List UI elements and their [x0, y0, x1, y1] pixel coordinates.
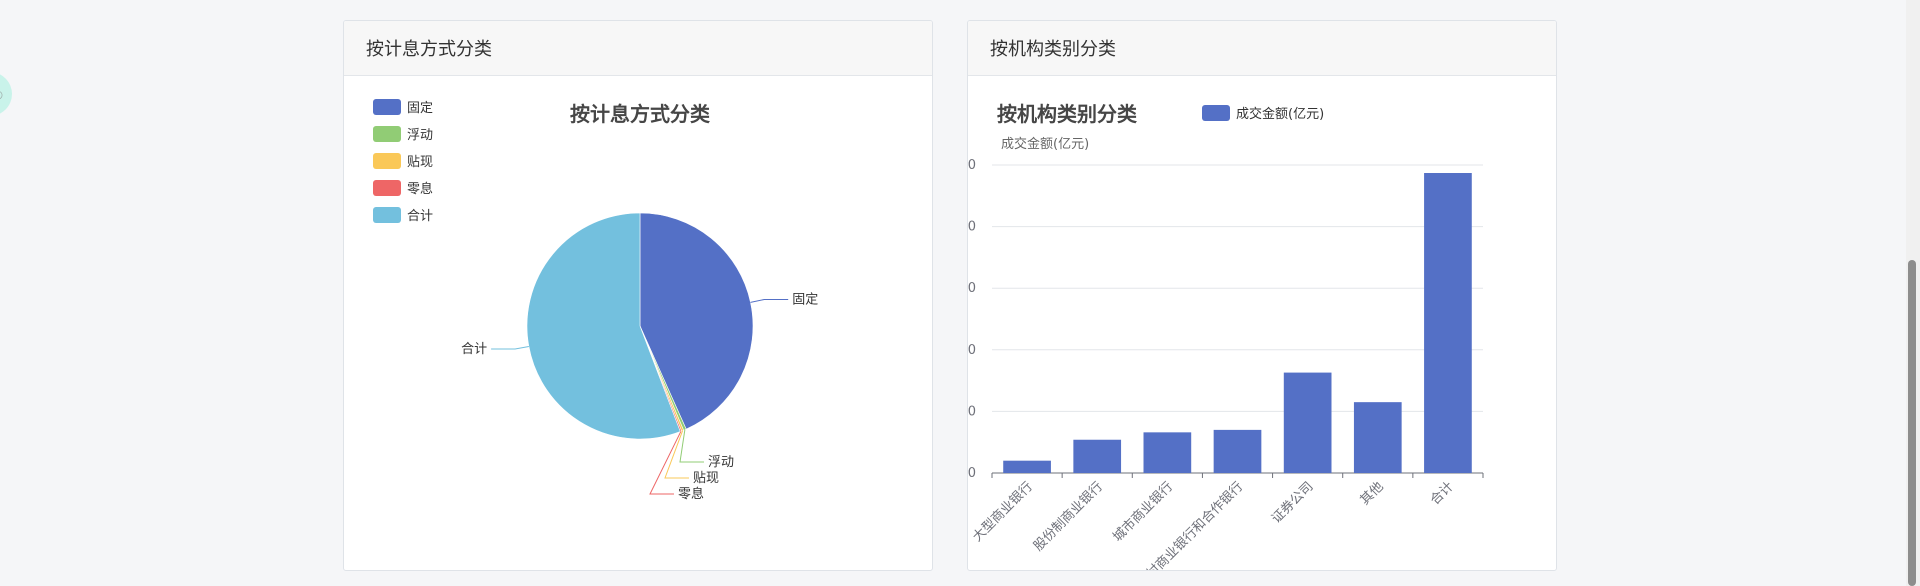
- pie-legend-swatch[interactable]: [373, 180, 401, 196]
- pie-legend-label[interactable]: 贴现: [407, 155, 433, 170]
- bar[interactable]: [1073, 439, 1122, 473]
- x-tick-label: 股份制商业银行: [1031, 479, 1106, 554]
- pie-legend-swatch[interactable]: [373, 99, 401, 115]
- scrollbar-thumb[interactable]: [1908, 260, 1916, 586]
- x-tick-label: 城市商业银行: [1110, 479, 1176, 545]
- pie-slice-label: 零息: [678, 486, 704, 502]
- pie-legend: 固定浮动贴现零息合计: [373, 99, 433, 224]
- panel-institution-type: 按机构类别分类 按机构类别分类 成交金额(亿元) 成交金额(亿元) 0 00,00…: [967, 20, 1557, 571]
- pie-leader-line: [649, 431, 682, 495]
- bar[interactable]: [1213, 429, 1262, 473]
- x-tick-label: 合计: [1428, 479, 1457, 508]
- bar[interactable]: [1003, 460, 1051, 473]
- y-tick-label: 400,000: [968, 220, 976, 235]
- panel-header-institution-type: 按机构类别分类: [968, 21, 1556, 76]
- pie-leader-line: [491, 345, 529, 350]
- bar[interactable]: [1143, 432, 1192, 473]
- bar[interactable]: [1424, 173, 1472, 473]
- x-tick-label: 证券公司: [1268, 479, 1316, 527]
- bar[interactable]: [1353, 402, 1402, 473]
- badge-icon: ◎: [0, 88, 3, 101]
- bar[interactable]: [1283, 372, 1332, 473]
- y-tick-label: 500,000: [968, 158, 976, 173]
- y-axis-name: 成交金额(亿元): [1001, 136, 1089, 152]
- pie-slices: [526, 212, 754, 440]
- pie-legend-swatch[interactable]: [373, 126, 401, 142]
- pie-legend-label[interactable]: 零息: [407, 181, 433, 197]
- panel-body-institution-type: 按机构类别分类 成交金额(亿元) 成交金额(亿元) 0 00,000 200,000…: [968, 76, 1556, 570]
- x-axis: 大型商业银行股份制商业银行 城市商业银行农村商业银行和合作银行 证券公司 其他 合计: [970, 473, 1484, 570]
- x-tick-label: 大型商业银行: [970, 479, 1036, 545]
- pie-slice-label: 浮动: [708, 455, 734, 470]
- page-scrollbar[interactable]: [1906, 0, 1920, 586]
- bar-gridlines: [992, 164, 1483, 474]
- pie-chart-title: 按计息方式分类: [570, 102, 710, 126]
- pie-leader-line: [750, 298, 789, 303]
- bar-chart: 按机构类别分类 成交金额(亿元) 成交金额(亿元) 0 00,000 200,000…: [968, 102, 1484, 570]
- panel-interest-method: 按计息方式分类 按计息方式分类 固定 浮动 贴现 零息 合计 固定 浮动 贴现 零息 合计: [343, 20, 933, 571]
- pie-legend-swatch[interactable]: [373, 207, 401, 223]
- pie-legend-label[interactable]: 合计: [407, 209, 433, 224]
- x-tick-label: 其他: [1358, 479, 1387, 508]
- y-tick-label: 0: [968, 466, 976, 481]
- pie-legend-label[interactable]: 固定: [407, 101, 433, 116]
- y-tick-label: 00,000: [968, 404, 976, 419]
- pie-leader-line: [679, 429, 704, 463]
- pie-slice-label: 贴现: [693, 471, 719, 486]
- bar-legend-label[interactable]: 成交金额(亿元): [1236, 106, 1324, 122]
- bar-series: [1003, 173, 1472, 473]
- panel-body-interest-method: 按计息方式分类 固定 浮动 贴现 零息 合计 固定 浮动 贴现 零息 合计: [344, 76, 932, 570]
- panel-header-interest-method: 按计息方式分类: [344, 21, 932, 76]
- pie-leader-line: [664, 430, 689, 479]
- y-axis-ticks: 0 00,000 200,000 300,000 400,000 500,000: [968, 158, 976, 481]
- pie-chart: 按计息方式分类 固定浮动贴现零息合计 固定浮动贴现零息合计: [373, 99, 818, 502]
- pie-legend-swatch[interactable]: [373, 153, 401, 169]
- pie-slice-label: 合计: [461, 342, 487, 357]
- pie-legend-label[interactable]: 浮动: [407, 128, 433, 143]
- floating-side-badge[interactable]: ◎: [0, 72, 12, 116]
- y-tick-label: 300,000: [968, 281, 976, 296]
- bar-legend-swatch[interactable]: [1202, 105, 1230, 121]
- bar-chart-title: 按机构类别分类: [997, 102, 1137, 126]
- pie-slice-label: 固定: [792, 292, 818, 307]
- y-tick-label: 200,000: [968, 343, 976, 358]
